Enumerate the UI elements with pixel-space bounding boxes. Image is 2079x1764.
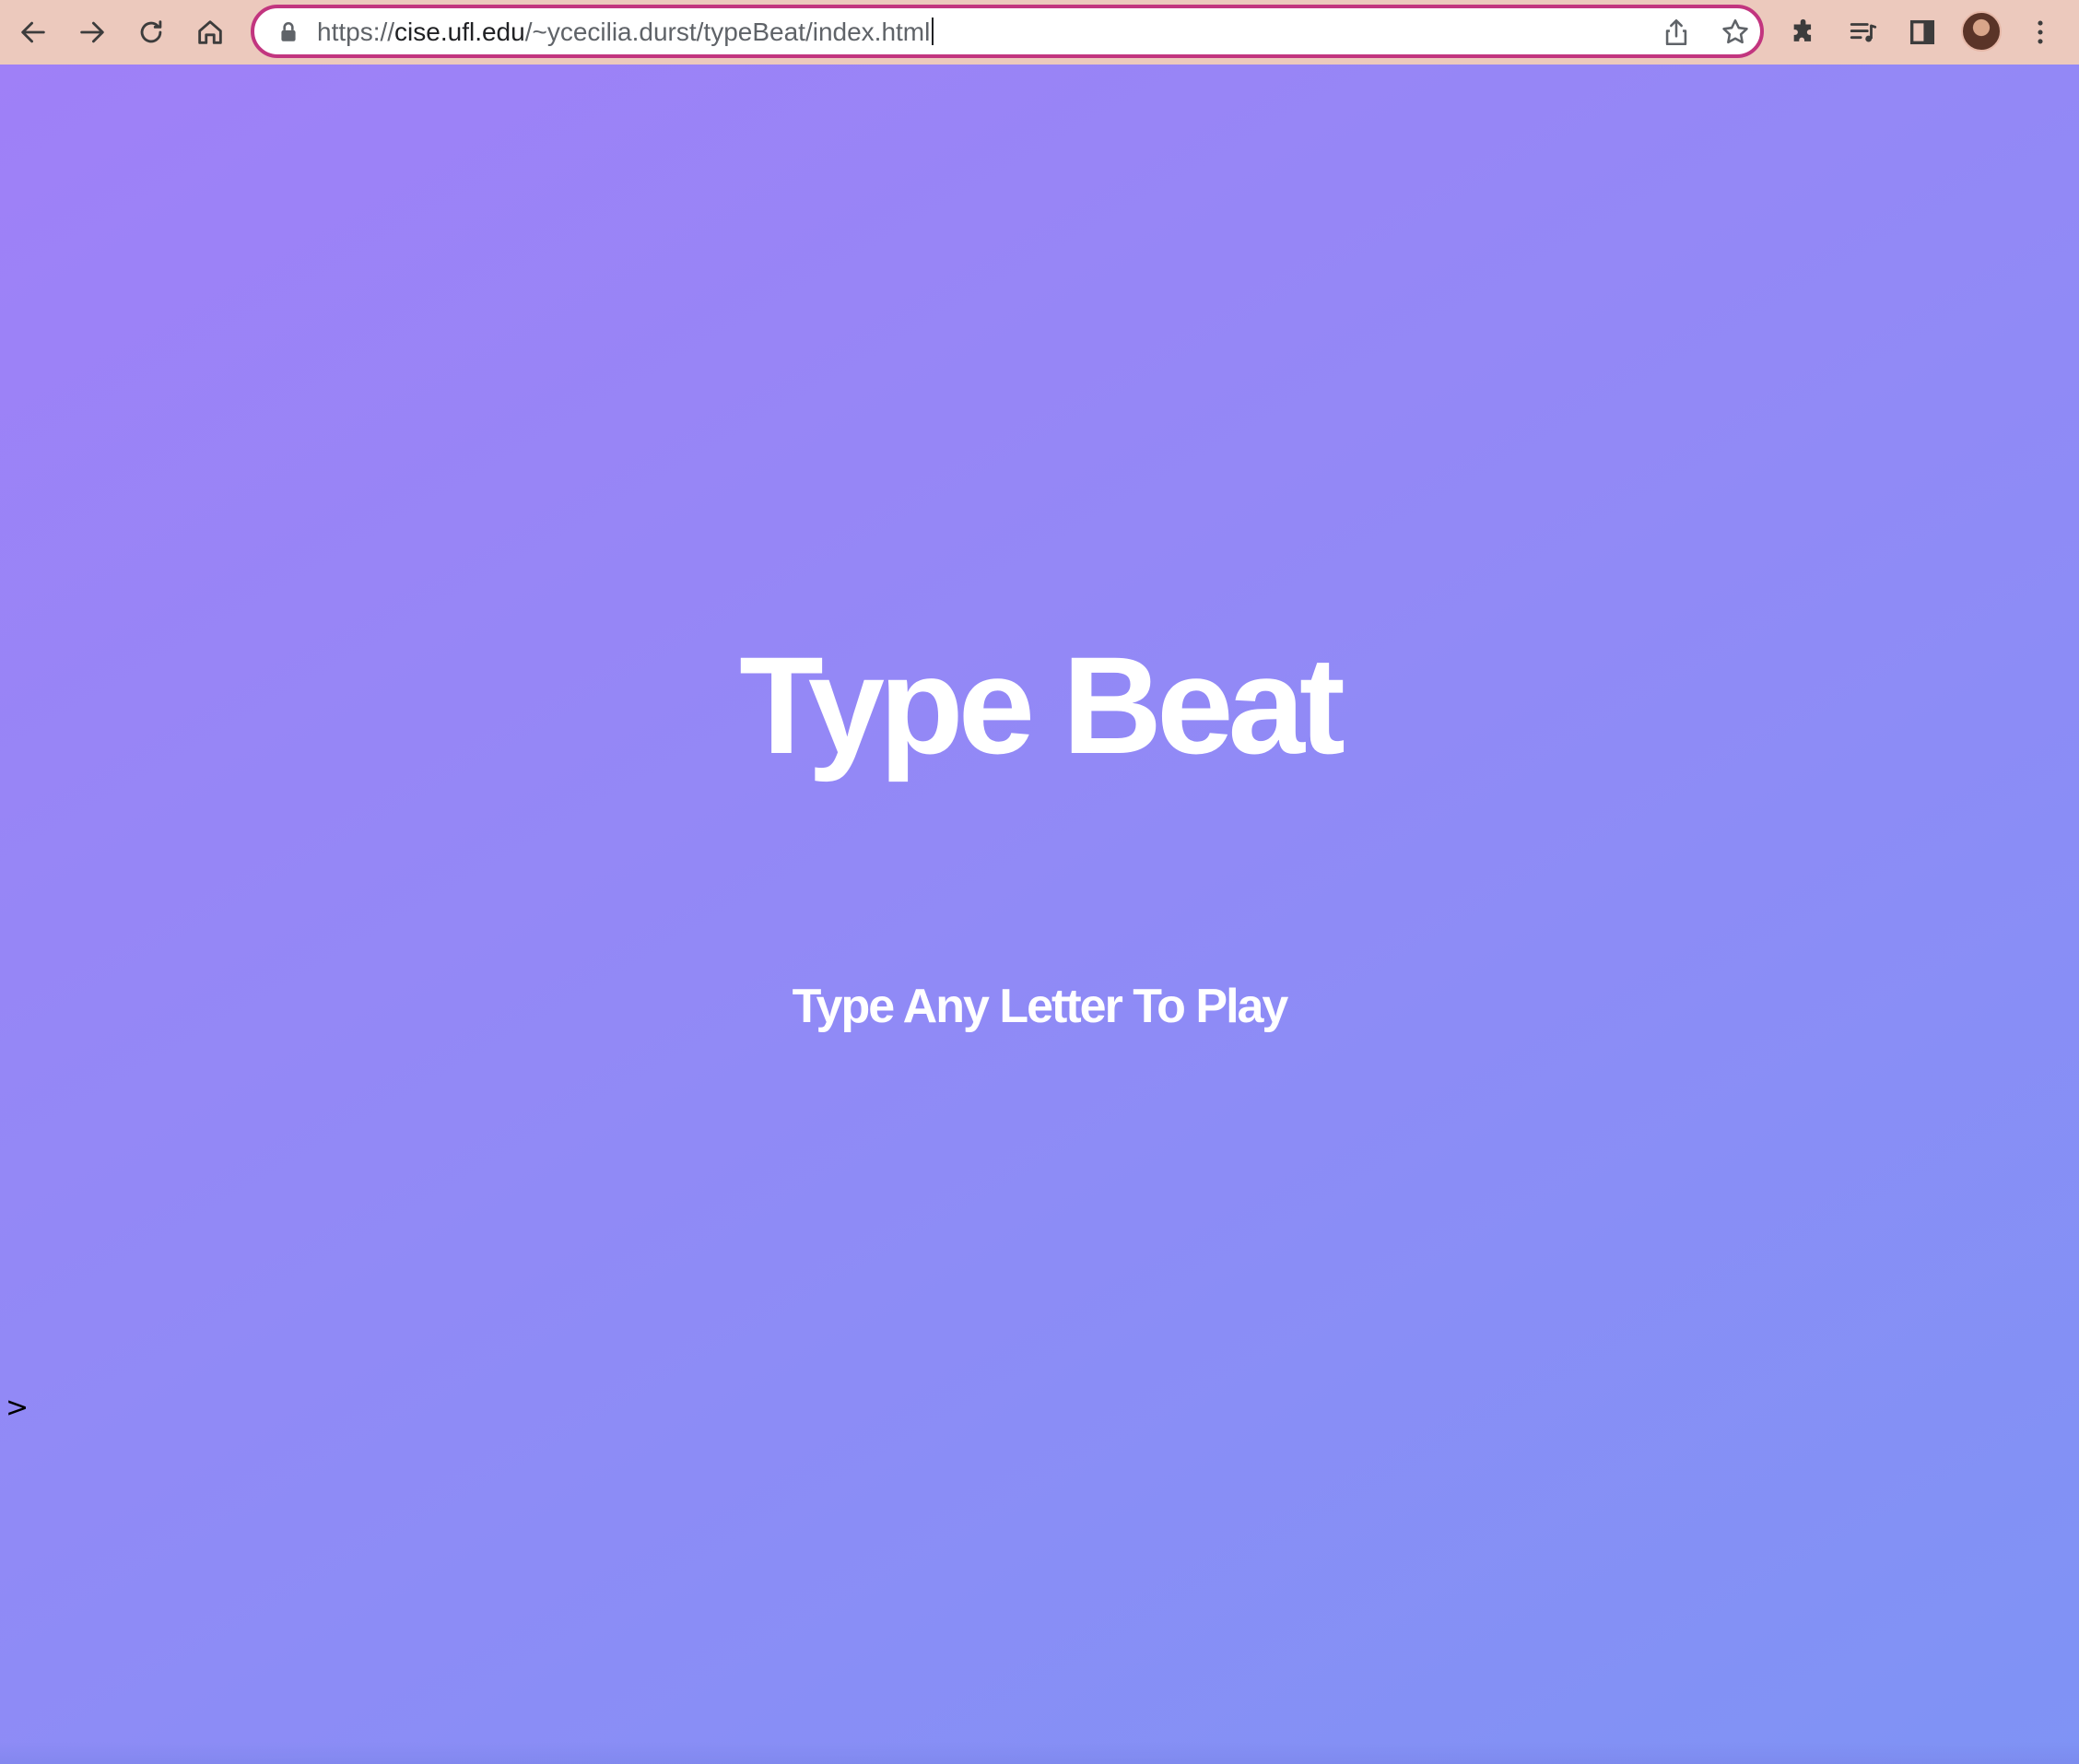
home-icon	[198, 20, 222, 44]
profile-avatar[interactable]	[1961, 11, 2002, 52]
forward-button[interactable]	[70, 10, 114, 54]
bottom-shadow	[0, 1742, 2079, 1764]
kebab-menu-icon	[2038, 20, 2043, 44]
play-instruction: Type Any Letter To Play	[792, 980, 1289, 1033]
menu-button[interactable]	[2018, 10, 2062, 54]
forward-arrow-icon	[80, 21, 104, 43]
media-control-icon	[1850, 23, 1877, 42]
extensions-puzzle-icon	[1793, 18, 1812, 41]
address-bar[interactable]: https://cise.ufl.edu/~ycecilia.durst/typ…	[251, 5, 1764, 58]
reload-button[interactable]	[129, 10, 173, 54]
url-text[interactable]: https://cise.ufl.edu/~ycecilia.durst/typ…	[317, 17, 934, 48]
url-path: /~ycecilia.durst/typeBeat/index.html	[524, 18, 931, 46]
extensions-button[interactable]	[1782, 10, 1826, 54]
home-button[interactable]	[188, 10, 232, 54]
prompt-symbol: >	[6, 1392, 29, 1424]
side-panel-button[interactable]	[1900, 10, 1944, 54]
back-button[interactable]	[11, 10, 55, 54]
browser-toolbar: https://cise.ufl.edu/~ycecilia.durst/typ…	[0, 0, 2079, 65]
text-caret	[932, 18, 934, 45]
side-panel-icon	[1909, 19, 1935, 45]
page-title: Type Beat	[739, 628, 1345, 782]
page-viewport[interactable]: Type Beat Type Any Letter To Play >	[0, 65, 2079, 1764]
reload-icon	[140, 20, 162, 43]
media-control-button[interactable]	[1841, 10, 1885, 54]
url-host: cise.ufl.edu	[394, 18, 525, 46]
lock-icon[interactable]	[276, 20, 300, 44]
share-icon[interactable]	[1661, 17, 1692, 48]
back-arrow-icon	[21, 21, 45, 43]
url-scheme: https://	[317, 18, 395, 46]
bookmark-star-icon[interactable]	[1720, 17, 1751, 48]
